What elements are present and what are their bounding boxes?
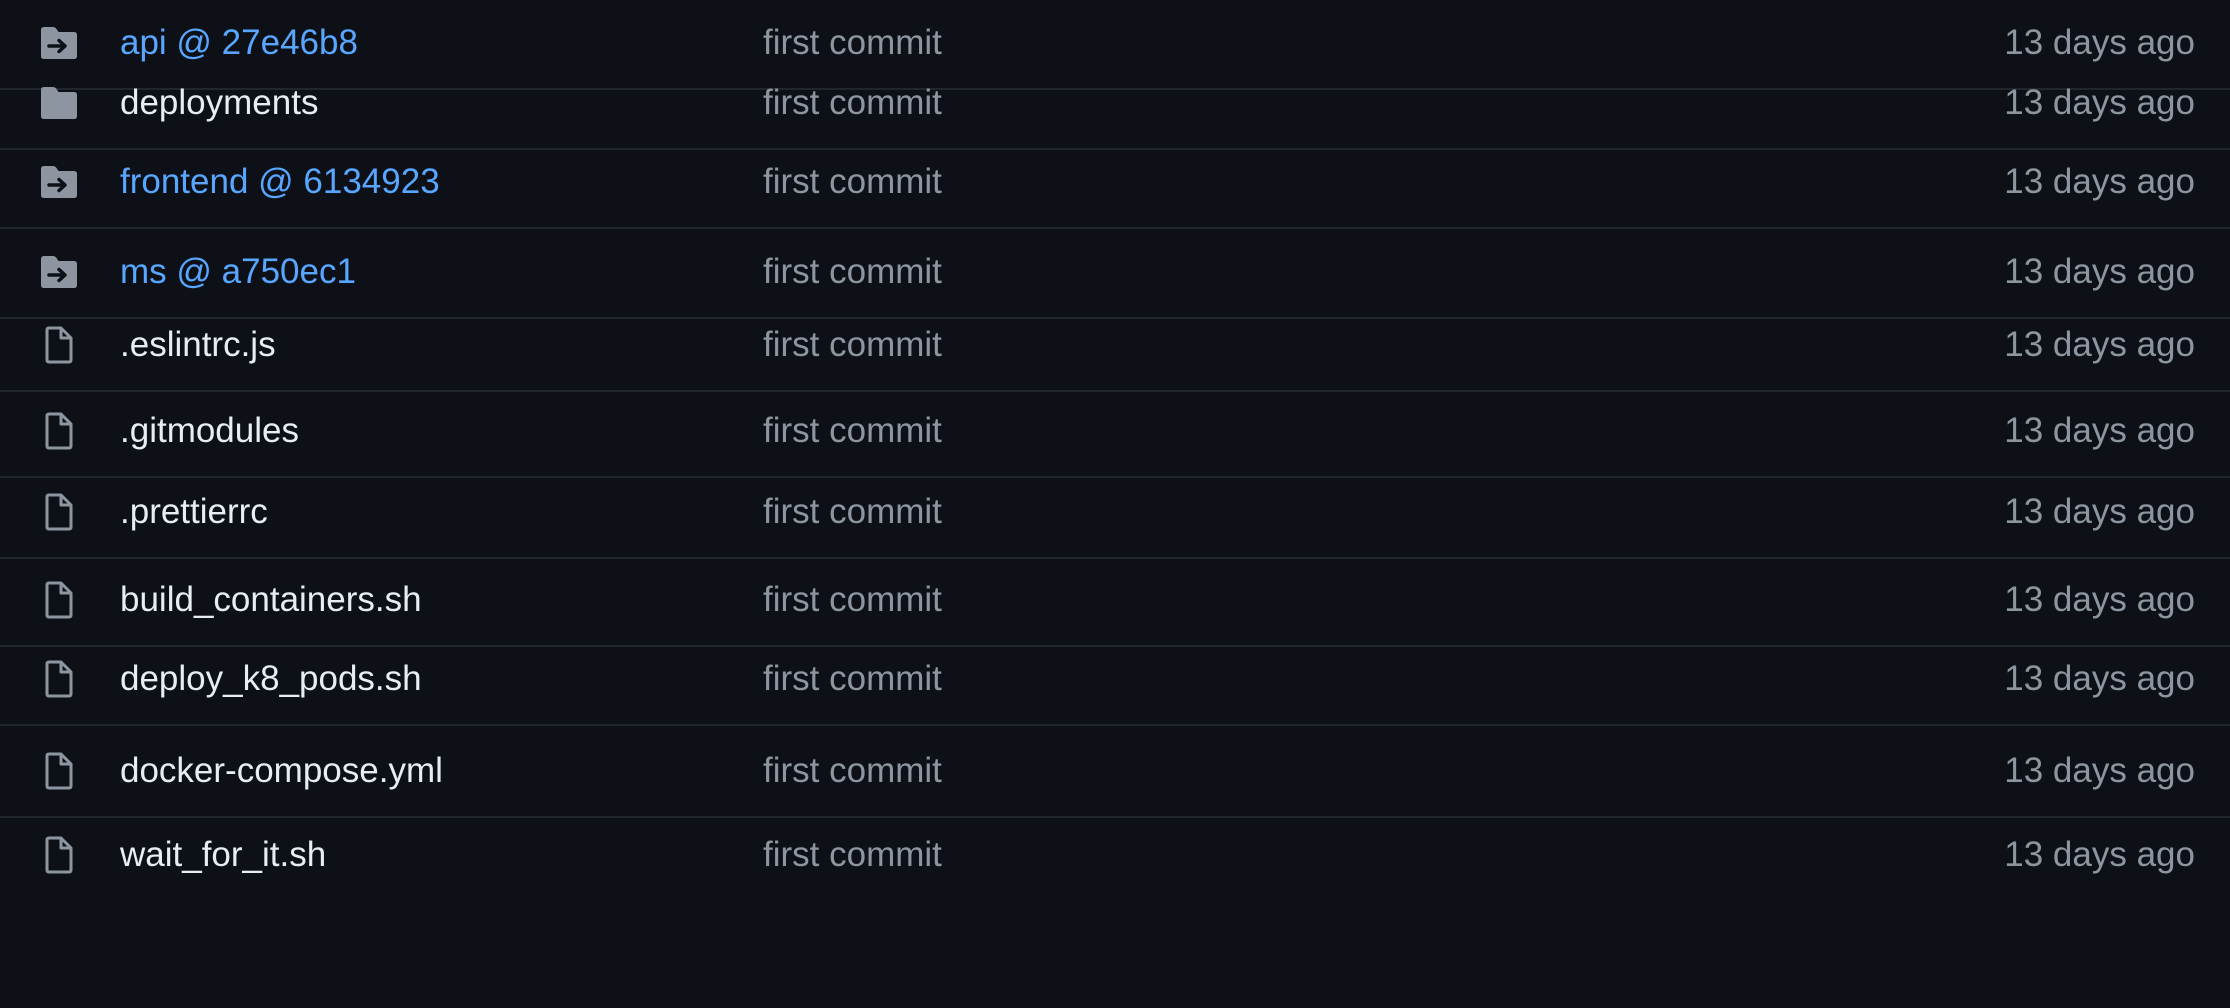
- file-name-link[interactable]: deploy_k8_pods.sh: [120, 659, 422, 699]
- file-icon: [38, 750, 80, 792]
- commit-age: 13 days ago: [2004, 83, 2195, 122]
- commit-age: 13 days ago: [2004, 659, 2195, 698]
- file-name-link[interactable]: api @ 27e46b8: [120, 23, 358, 63]
- file-icon: [38, 834, 80, 876]
- file-name-link[interactable]: .prettierrc: [120, 492, 268, 532]
- commit-age: 13 days ago: [2004, 492, 2195, 531]
- commit-message-link[interactable]: first commit: [763, 252, 942, 292]
- file-icon: [38, 491, 80, 533]
- file-row[interactable]: docker-compose.yml first commit 13 days ag…: [0, 726, 2230, 818]
- commit-message-link[interactable]: first commit: [763, 411, 942, 451]
- submodule-folder-icon: [38, 251, 80, 293]
- file-name-link[interactable]: ms @ a750ec1: [120, 252, 356, 292]
- commit-message-link[interactable]: first commit: [763, 659, 942, 699]
- commit-message-link[interactable]: first commit: [763, 83, 942, 123]
- commit-age: 13 days ago: [2004, 751, 2195, 790]
- commit-message-link[interactable]: first commit: [763, 580, 942, 620]
- file-name-link[interactable]: build_containers.sh: [120, 580, 422, 620]
- file-row[interactable]: wait_for_it.sh first commit 13 days ago: [0, 809, 2230, 901]
- commit-age: 13 days ago: [2004, 580, 2195, 619]
- commit-message-link[interactable]: first commit: [763, 162, 942, 202]
- file-name-link[interactable]: wait_for_it.sh: [120, 835, 326, 875]
- file-icon: [38, 410, 80, 452]
- file-name-link[interactable]: .eslintrc.js: [120, 325, 276, 365]
- file-icon: [38, 579, 80, 621]
- file-row[interactable]: .gitmodules first commit 13 days ago: [0, 386, 2230, 478]
- file-icon: [38, 324, 80, 366]
- commit-age: 13 days ago: [2004, 325, 2195, 364]
- commit-age: 13 days ago: [2004, 835, 2195, 874]
- folder-icon: [38, 82, 80, 124]
- commit-age: 13 days ago: [2004, 411, 2195, 450]
- file-name-link[interactable]: docker-compose.yml: [120, 751, 443, 791]
- file-name-link[interactable]: deployments: [120, 83, 318, 123]
- file-row[interactable]: deploy_k8_pods.sh first commit 13 days ago: [0, 634, 2230, 726]
- commit-age: 13 days ago: [2004, 162, 2195, 201]
- commit-message-link[interactable]: first commit: [763, 325, 942, 365]
- file-row[interactable]: frontend @ 6134923 first commit 13 days ag…: [0, 137, 2230, 229]
- commit-message-link[interactable]: first commit: [763, 23, 942, 63]
- file-name-link[interactable]: frontend @ 6134923: [120, 162, 440, 202]
- commit-message-link[interactable]: first commit: [763, 835, 942, 875]
- file-row[interactable]: .prettierrc first commit 13 days ago: [0, 467, 2230, 559]
- commit-message-link[interactable]: first commit: [763, 751, 942, 791]
- file-name-link[interactable]: .gitmodules: [120, 411, 299, 451]
- commit-message-link[interactable]: first commit: [763, 492, 942, 532]
- commit-age: 13 days ago: [2004, 23, 2195, 62]
- file-row[interactable]: .eslintrc.js first commit 13 days ago: [0, 300, 2230, 392]
- commit-age: 13 days ago: [2004, 252, 2195, 291]
- submodule-folder-icon: [38, 161, 80, 203]
- file-list: api @ 27e46b8 first commit 13 days ago depl…: [0, 0, 2230, 1008]
- file-icon: [38, 658, 80, 700]
